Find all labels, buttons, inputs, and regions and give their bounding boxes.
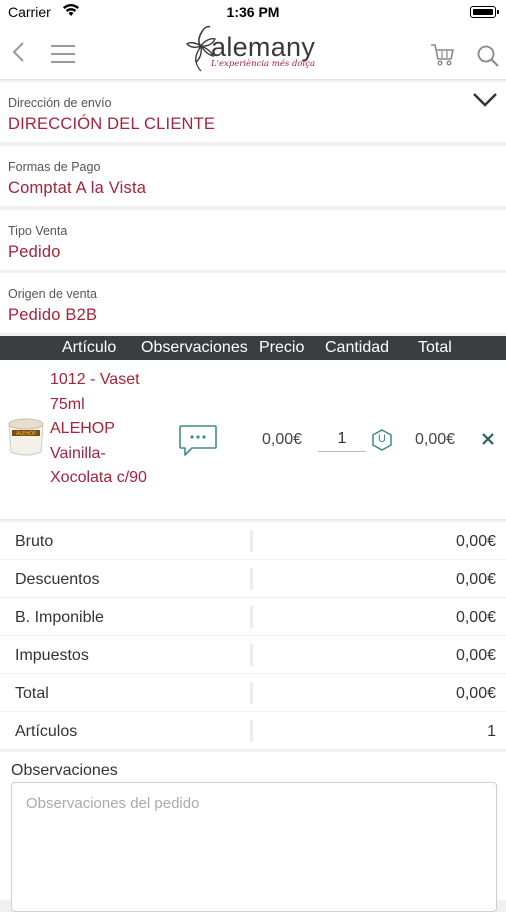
svg-text:ALEHOP: ALEHOP xyxy=(16,431,36,437)
summary-label: Total xyxy=(15,685,49,702)
unit-label: U xyxy=(378,433,386,445)
summary-label: Bruto xyxy=(15,533,54,550)
summary-value: 0,00€ xyxy=(455,609,496,626)
summary-value: 0,00€ xyxy=(455,571,496,588)
column-header-observations: Observaciones xyxy=(141,339,248,356)
item-price: 0,00€ xyxy=(262,431,303,448)
summary-divider xyxy=(250,568,253,590)
item-total: 0,00€ xyxy=(415,431,456,448)
battery-icon xyxy=(470,6,499,18)
product-name[interactable]: 1012 - Vaset 75ml ALEHOP Vainilla-Xocola… xyxy=(50,368,150,491)
payment-method-field[interactable]: Formas de Pago Comptat A la Vista xyxy=(0,146,506,206)
sale-type-field[interactable]: Tipo Venta Pedido xyxy=(0,210,506,270)
search-icon[interactable] xyxy=(476,44,500,68)
sale-type-value: Pedido xyxy=(8,243,61,261)
payment-method-label: Formas de Pago xyxy=(8,160,101,174)
summary-label: Artículos xyxy=(15,723,78,740)
chevron-down-icon[interactable] xyxy=(472,92,498,108)
sale-origin-value: Pedido B2B xyxy=(8,306,98,324)
column-header-quantity: Cantidad xyxy=(325,339,390,356)
quantity-input[interactable]: 1 xyxy=(318,428,366,452)
summary-row-total: Total 0,00€ xyxy=(0,674,506,712)
brand-logo[interactable]: alemany L'experiència més dolça xyxy=(185,24,325,76)
summary-value: 0,00€ xyxy=(455,533,496,550)
order-summary: Bruto 0,00€ Descuentos 0,00€ B. Imponibl… xyxy=(0,522,506,750)
unit-hexagon-icon[interactable]: U xyxy=(371,429,393,451)
summary-divider xyxy=(250,644,253,666)
column-header-total: Total xyxy=(418,339,452,356)
sale-type-label: Tipo Venta xyxy=(8,224,68,238)
summary-label: Descuentos xyxy=(15,571,100,588)
close-icon[interactable] xyxy=(480,431,496,447)
summary-divider xyxy=(250,606,253,628)
observations-label: Observaciones xyxy=(11,762,118,779)
observations-section: Observaciones xyxy=(0,752,506,912)
summary-divider xyxy=(250,682,253,704)
items-table-header: Artículo Observaciones Precio Cantidad T… xyxy=(0,336,506,360)
hamburger-menu-icon[interactable] xyxy=(50,44,76,64)
sale-origin-field[interactable]: Origen de venta Pedido B2B xyxy=(0,273,506,333)
summary-divider xyxy=(250,530,253,552)
shipping-address-field[interactable]: Dirección de envío DIRECCIÓN DEL CLIENTE xyxy=(0,82,506,142)
summary-divider xyxy=(250,720,253,742)
summary-row-taxable-base: B. Imponible 0,00€ xyxy=(0,598,506,636)
product-thumbnail: ALEHOP xyxy=(8,418,44,456)
observations-textarea[interactable] xyxy=(11,782,497,912)
column-header-price: Precio xyxy=(259,339,305,356)
table-row: ALEHOP 1012 - Vaset 75ml ALEHOP Vainilla… xyxy=(0,360,506,520)
summary-row-discounts: Descuentos 0,00€ xyxy=(0,560,506,598)
shipping-address-label: Dirección de envío xyxy=(8,96,112,110)
summary-value: 0,00€ xyxy=(455,647,496,664)
summary-row-articles: Artículos 1 xyxy=(0,712,506,750)
summary-value: 1 xyxy=(487,723,496,740)
summary-label: Impuestos xyxy=(15,647,89,664)
status-bar: Carrier 1:36 PM xyxy=(0,0,506,24)
shipping-address-value: DIRECCIÓN DEL CLIENTE xyxy=(8,115,216,133)
nav-bar: alemany L'experiència més dolça xyxy=(0,24,506,80)
cart-icon[interactable] xyxy=(430,42,456,68)
summary-label: B. Imponible xyxy=(15,609,104,626)
clock: 1:36 PM xyxy=(226,4,280,20)
sale-origin-label: Origen de venta xyxy=(8,287,97,301)
chevron-left-icon[interactable] xyxy=(8,40,30,64)
payment-method-value: Comptat A la Vista xyxy=(8,179,147,197)
column-header-article: Artículo xyxy=(62,339,117,356)
summary-row-gross: Bruto 0,00€ xyxy=(0,522,506,560)
brand-tagline: L'experiència més dolça xyxy=(211,59,316,69)
summary-row-taxes: Impuestos 0,00€ xyxy=(0,636,506,674)
chat-bubble-icon[interactable] xyxy=(178,424,218,458)
summary-value: 0,00€ xyxy=(455,685,496,702)
